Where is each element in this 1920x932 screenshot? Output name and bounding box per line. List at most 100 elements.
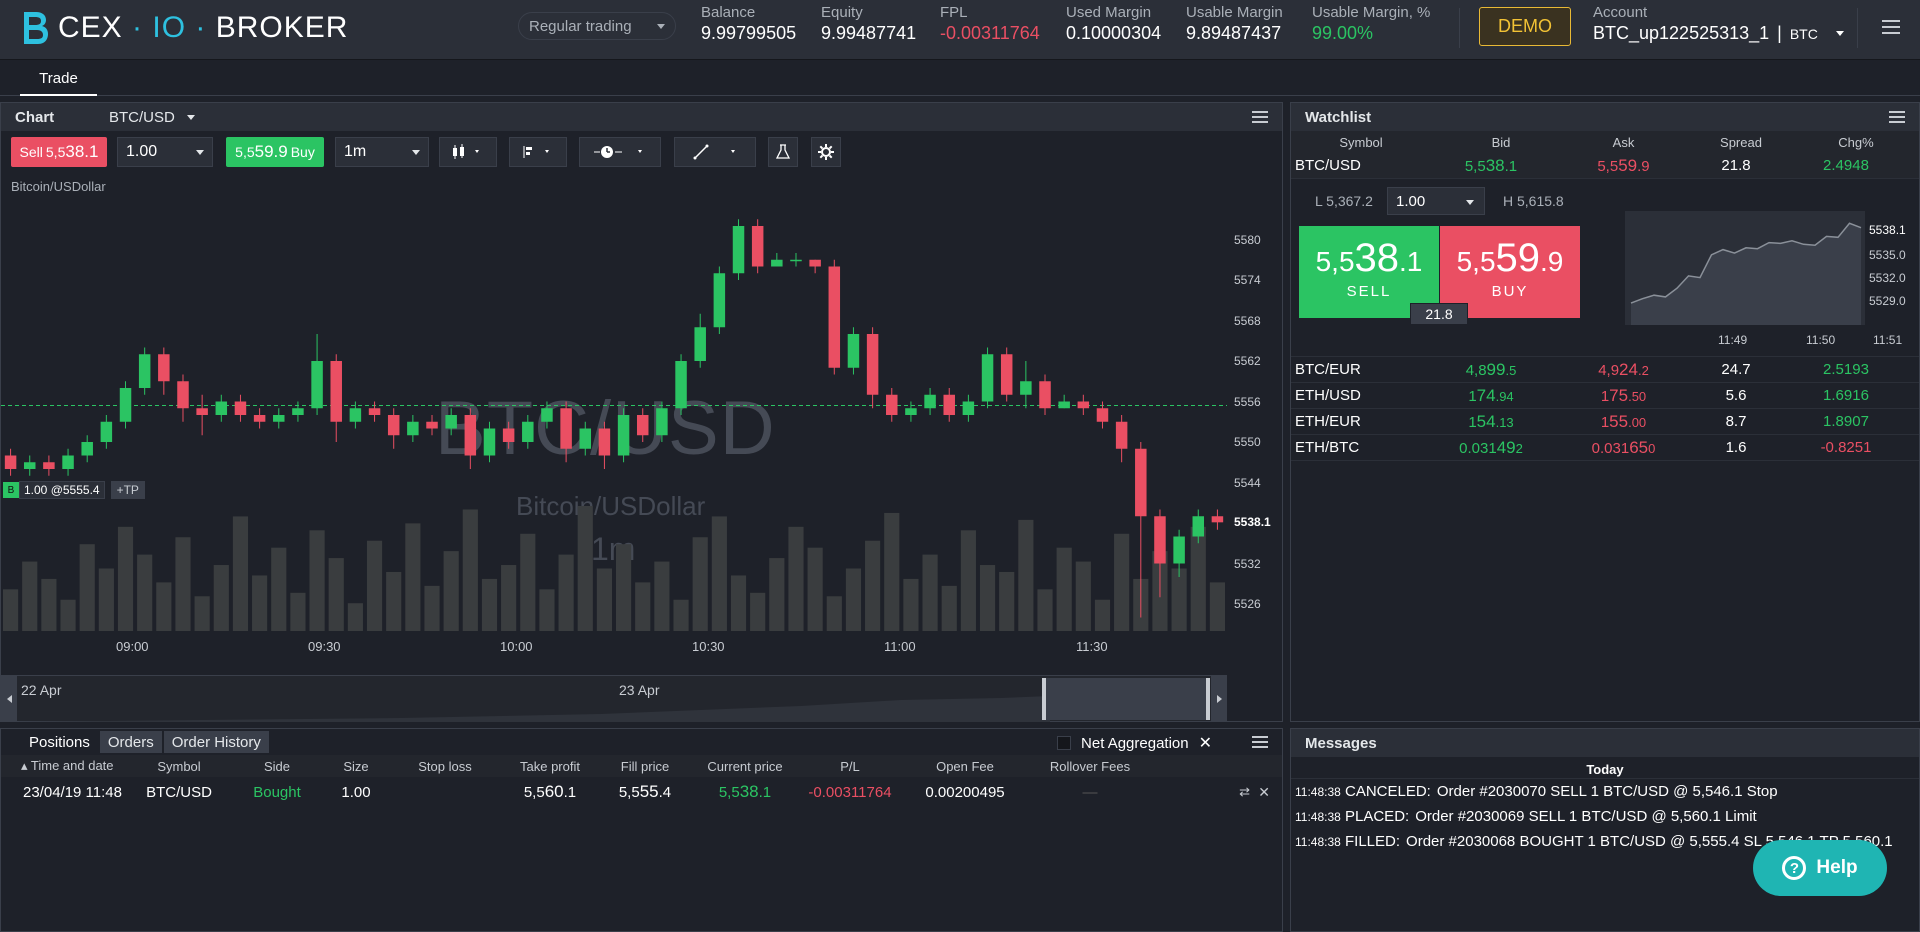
row-spread: 21.8: [1721, 157, 1751, 174]
volume-bar: [750, 592, 766, 631]
candle-body: [62, 455, 74, 469]
candle-body: [866, 334, 879, 395]
timeframe-select[interactable]: 1m: [335, 137, 429, 167]
indicators-button[interactable]: [509, 137, 567, 167]
col-size[interactable]: Size: [327, 759, 385, 774]
volume-bar: [1209, 582, 1225, 631]
trend-line-icon: [693, 144, 735, 160]
buy-price-a: 5,5: [235, 144, 255, 160]
watchlist-row[interactable]: ETH/EUR 154.13 155.00 8.7 1.8907: [1291, 409, 1919, 435]
candle-body: [1058, 401, 1070, 409]
help-icon: ?: [1782, 856, 1807, 880]
trading-mode-select[interactable]: Regular trading: [518, 12, 676, 40]
help-button[interactable]: ? Help: [1753, 840, 1887, 896]
logo[interactable]: CEX · IO · BROKER: [20, 8, 348, 48]
navigator-window[interactable]: [1042, 678, 1210, 720]
net-aggregation-toggle[interactable]: Net Aggregation ✕: [1057, 733, 1212, 753]
tab-orders[interactable]: Orders: [99, 731, 162, 753]
candle-body: [886, 394, 898, 415]
card-quantity-select[interactable]: 1.00: [1387, 187, 1485, 215]
watchlist-row[interactable]: ETH/USD 174.94 175.50 5.6 1.6916: [1291, 383, 1919, 409]
col-side[interactable]: Side: [227, 759, 327, 774]
chart-symbol-select[interactable]: BTC/USD: [109, 109, 195, 126]
position-side-badge: B: [3, 482, 19, 498]
reverse-position-icon[interactable]: ⇄: [1239, 784, 1250, 800]
candle-body: [694, 327, 706, 361]
stat-value: 9.99799505: [701, 23, 797, 43]
candlestick-chart: [1, 219, 1227, 631]
volume-bar: [501, 565, 517, 631]
volume-bar: [41, 578, 57, 631]
y-tick: 5526: [1234, 597, 1261, 611]
col-ask[interactable]: Ask: [1571, 135, 1676, 150]
chevron-down-icon: [412, 150, 420, 155]
candle-body: [43, 462, 55, 469]
tab-positions[interactable]: Positions: [21, 731, 98, 753]
positions-columns: ▴ Time and date Symbol Side Size Stop lo…: [1, 755, 1282, 777]
col-symbol[interactable]: Symbol: [1291, 135, 1431, 150]
time-navigator[interactable]: 22 Apr 23 Apr: [1, 675, 1227, 722]
volume-bar: [1037, 589, 1053, 631]
quantity-select[interactable]: 1.00: [117, 137, 213, 167]
col-symbol[interactable]: Symbol: [131, 759, 227, 774]
time-scale-button[interactable]: [579, 137, 661, 167]
col-pl[interactable]: P/L: [795, 759, 905, 774]
position-row[interactable]: 23/04/19 11:48 BTC/USD Bought 1.00 5,560…: [1, 777, 1282, 807]
position-marker[interactable]: B 1.00 @5555.4 +TP: [3, 481, 145, 499]
watchlist-row-expanded[interactable]: BTC/USD 5,538.1 5,559.9 21.8 2.4948: [1291, 153, 1919, 179]
col-fill-price[interactable]: Fill price: [595, 759, 695, 774]
demo-button[interactable]: DEMO: [1479, 7, 1571, 46]
buy-button[interactable]: 5,5 59.9 Buy: [226, 137, 324, 167]
candle-body: [23, 462, 36, 469]
tab-order-history[interactable]: Order History: [163, 731, 269, 753]
candle-body: [675, 361, 687, 409]
x-tick: 09:30: [308, 639, 341, 654]
panel-title: Messages: [1305, 734, 1377, 752]
main-menu-icon[interactable]: [1882, 20, 1900, 34]
chart-panel: Chart BTC/USD Sell 5,5 38.1 1.00 5,5 59.9 …: [0, 102, 1283, 722]
col-change[interactable]: Chg%: [1806, 135, 1906, 150]
y-tick: 5550: [1234, 435, 1261, 449]
row-spread: 8.7: [1725, 413, 1747, 430]
x-tick: 09:00: [116, 639, 149, 654]
stat-value: 99.00%: [1312, 23, 1374, 43]
row-bid: 0.031492: [1459, 437, 1523, 457]
studies-button[interactable]: [768, 137, 798, 167]
row-symbol: BTC/EUR: [1295, 361, 1361, 378]
volume-bar: [654, 561, 670, 631]
chart-settings-button[interactable]: [811, 137, 841, 167]
col-open-fee[interactable]: Open Fee: [905, 759, 1025, 774]
sell-button[interactable]: Sell 5,5 38.1: [11, 137, 107, 167]
message-item: 11:48:38 PLACED: Order #2030069 SELL 1 BTC…: [1291, 804, 1919, 829]
chart-menu-icon[interactable]: [1252, 111, 1268, 123]
x-tick: 11:30: [1076, 639, 1108, 654]
card-sell-label: SELL: [1346, 283, 1392, 300]
drawing-tools-button[interactable]: [674, 137, 756, 167]
tab-trade[interactable]: Trade: [20, 68, 97, 96]
col-stop-loss[interactable]: Stop loss: [385, 759, 505, 774]
pos-take-profit[interactable]: 5,560.1: [505, 782, 595, 802]
positions-menu-icon[interactable]: [1252, 736, 1268, 748]
account-selector[interactable]: Account BTC_up122525313_1 | BTC: [1593, 4, 1844, 44]
col-spread[interactable]: Spread: [1676, 135, 1806, 150]
scroll-right-button[interactable]: [1211, 676, 1227, 722]
watchlist-row[interactable]: BTC/EUR 4,899.5 4,924.2 24.7 2.5193: [1291, 357, 1919, 383]
col-current-price[interactable]: Current price: [695, 759, 795, 774]
row-ask: 175.50: [1600, 385, 1647, 405]
col-take-profit[interactable]: Take profit: [505, 759, 595, 774]
chart-type-button[interactable]: [439, 137, 497, 167]
close-position-icon[interactable]: ✕: [1258, 784, 1270, 801]
row-change: 1.8907: [1823, 413, 1869, 430]
price-chart[interactable]: BTC/USD Bitcoin/USDollar 1m 558055745568…: [1, 199, 1283, 669]
y-tick: 5580: [1234, 232, 1261, 247]
close-icon[interactable]: ✕: [1199, 733, 1212, 753]
aggregation-checkbox[interactable]: [1057, 736, 1072, 750]
col-time[interactable]: ▴ Time and date: [1, 758, 131, 774]
col-rollover-fees[interactable]: Rollover Fees: [1025, 759, 1155, 774]
y-tick: 5556: [1234, 394, 1261, 409]
watchlist-row[interactable]: ETH/BTC 0.031492 0.031650 1.6 -0.8251: [1291, 435, 1919, 461]
add-take-profit-button[interactable]: +TP: [110, 481, 145, 499]
volume-bar: [960, 530, 976, 631]
watchlist-menu-icon[interactable]: [1889, 111, 1905, 123]
col-bid[interactable]: Bid: [1431, 135, 1571, 150]
